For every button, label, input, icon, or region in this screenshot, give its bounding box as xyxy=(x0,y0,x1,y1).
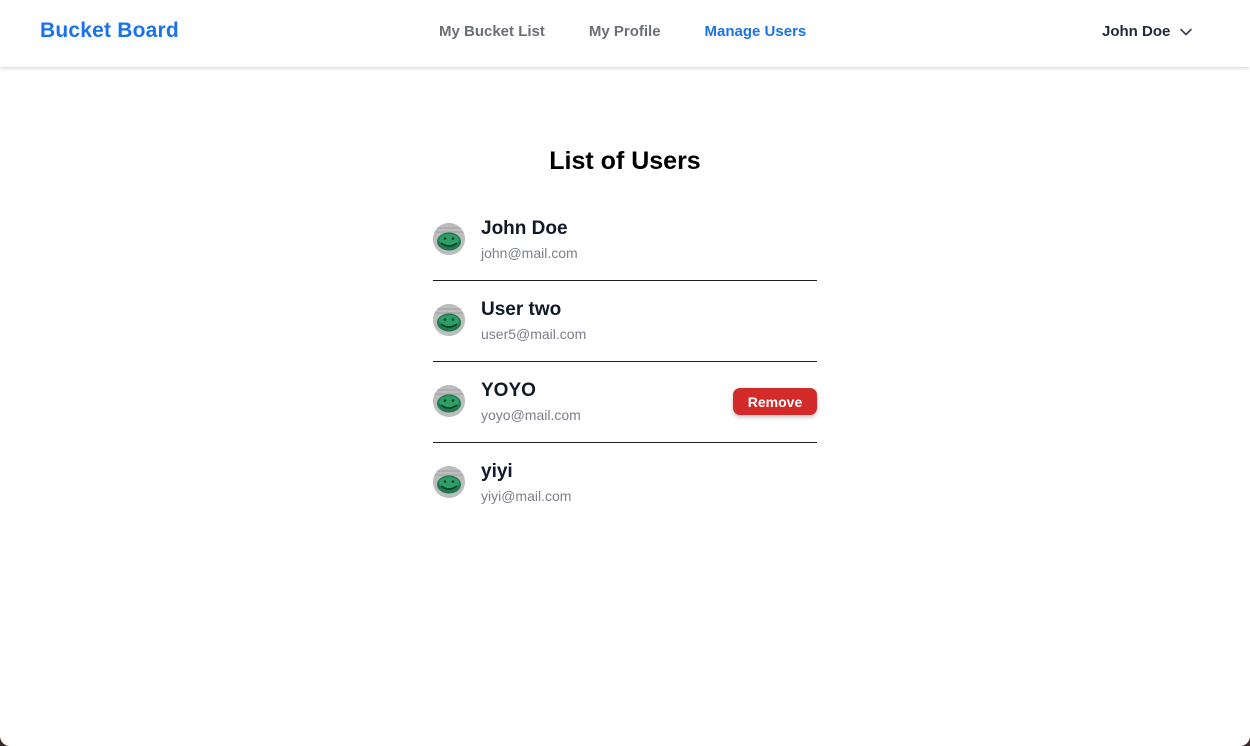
user-email: yoyo@mail.com xyxy=(481,407,581,423)
user-email: john@mail.com xyxy=(481,245,578,261)
user-menu-name: John Doe xyxy=(1102,23,1171,40)
avatar xyxy=(433,466,465,498)
page-title: List of Users xyxy=(549,147,701,175)
chevron-down-icon xyxy=(1179,25,1193,39)
avatar xyxy=(433,223,465,255)
top-navbar: Bucket Board My Bucket List My Profile M… xyxy=(0,0,1250,67)
avatar xyxy=(433,304,465,336)
nav-link-manage-users[interactable]: Manage Users xyxy=(705,23,807,40)
user-list: John Doe john@mail.com User two user5@ma… xyxy=(433,200,817,523)
user-name: John Doe xyxy=(481,218,568,239)
avatar xyxy=(433,385,465,417)
brand-logo[interactable]: Bucket Board xyxy=(40,19,179,43)
nav-link-my-profile[interactable]: My Profile xyxy=(589,23,661,40)
main-nav: My Bucket List My Profile Manage Users xyxy=(439,23,806,40)
user-name: yiyi xyxy=(481,461,513,482)
page: Bucket Board My Bucket List My Profile M… xyxy=(0,0,1250,746)
user-list-item: YOYO yoyo@mail.com Remove xyxy=(433,362,817,443)
nav-link-my-bucket-list[interactable]: My Bucket List xyxy=(439,23,545,40)
user-email: yiyi@mail.com xyxy=(481,488,572,504)
user-list-item: John Doe john@mail.com xyxy=(433,200,817,281)
user-menu-dropdown[interactable]: John Doe xyxy=(1102,23,1193,40)
user-name: YOYO xyxy=(481,380,536,401)
user-list-item: yiyi yiyi@mail.com xyxy=(433,443,817,523)
user-list-item: User two user5@mail.com xyxy=(433,281,817,362)
user-email: user5@mail.com xyxy=(481,326,587,342)
user-name: User two xyxy=(481,299,562,320)
remove-user-button[interactable]: Remove xyxy=(733,388,817,415)
